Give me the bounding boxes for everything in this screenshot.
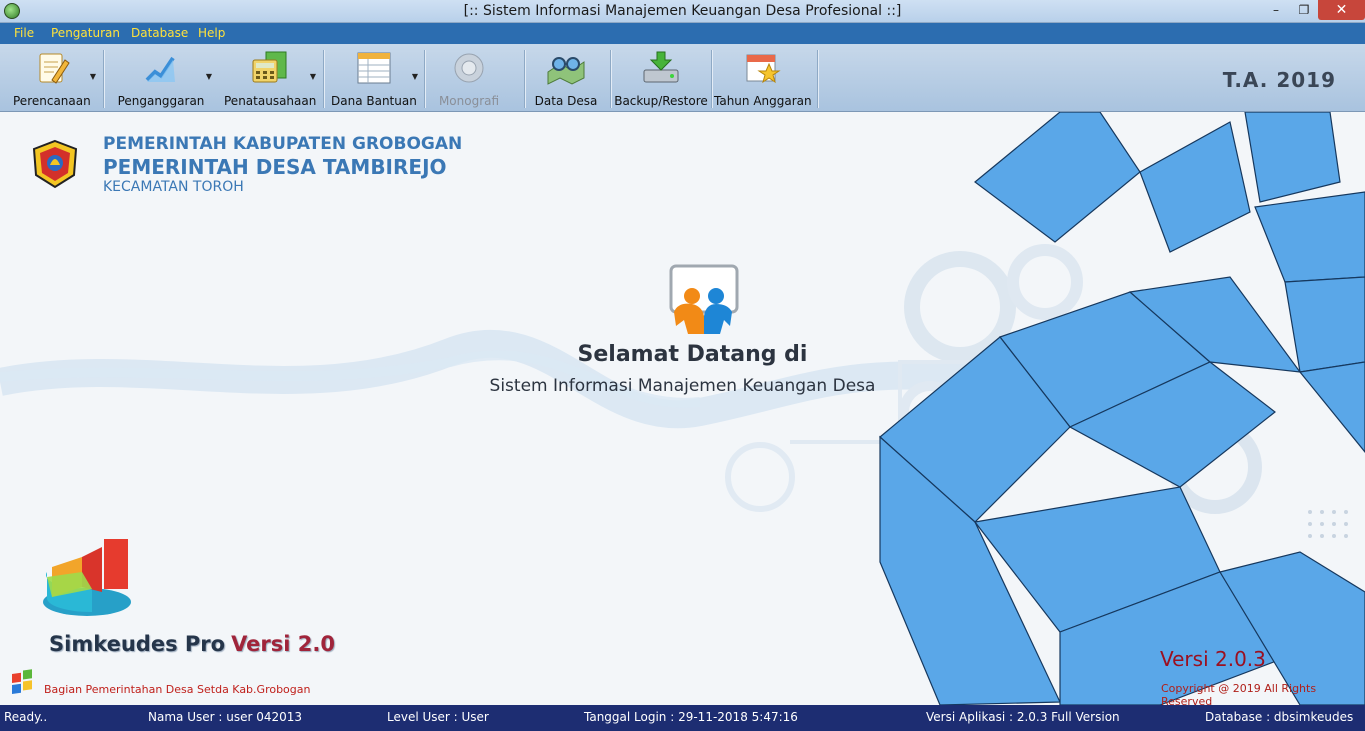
status-database: Database : dbsimkeudes [1205,710,1354,724]
toolbar-label: Data Desa [534,94,598,108]
toolbar-label: Monografi [438,94,500,108]
window-titlebar: [:: Sistem Informasi Manajemen Keuangan … [0,0,1365,23]
regency-emblem-icon [32,139,78,189]
toolbar-separator [103,50,104,108]
product-logo [43,539,131,616]
status-app-version: Versi Aplikasi : 2.0.3 Full Version [926,710,1120,724]
status-ready: Ready.. [4,710,48,724]
toolbar-label: Penatausahaan [224,94,317,108]
chevron-down-icon[interactable]: ▼ [412,72,418,81]
toolbar-separator [424,50,425,108]
minimize-button[interactable]: – [1262,0,1290,20]
district-name: KECAMATAN TOROH [103,179,244,195]
toolbar-penatausahaan-button[interactable]: ▼ Penatausahaan [220,44,320,111]
chevron-down-icon[interactable]: ▼ [310,72,316,81]
calculator-icon [252,51,287,83]
table-icon [357,52,391,84]
menu-database[interactable]: Database [131,26,188,40]
close-button[interactable]: ✕ [1318,0,1365,20]
toolbar-perencanaan-button[interactable]: ▼ Perencanaan [4,44,100,111]
toolbar-separator [524,50,525,108]
chevron-down-icon[interactable]: ▼ [90,72,96,81]
product-name: Simkeudes Pro Versi 2.0 [49,632,335,656]
toolbar-monografi-button[interactable]: Monografi [428,44,510,111]
product-version: Versi 2.0 [231,632,335,656]
regency-name: PEMERINTAH KABUPATEN GROBOGAN [103,134,463,154]
menu-help[interactable]: Help [198,26,225,40]
menu-bar: File Pengaturan Database Help [0,23,1365,44]
menu-pengaturan[interactable]: Pengaturan [51,26,120,40]
maximize-button[interactable]: ❐ [1290,0,1318,20]
menu-file[interactable]: File [14,26,34,40]
chevron-down-icon[interactable]: ▼ [206,72,212,81]
presentation-people-icon [669,264,739,334]
toolbar-separator [711,50,712,108]
toolbar-tahun-anggaran-button[interactable]: Tahun Anggaran [714,44,812,111]
flag-logo [12,669,32,694]
planning-icon [39,53,70,84]
toolbar-dana-bantuan-button[interactable]: ▼ Dana Bantuan [326,44,422,111]
toolbar-separator [323,50,324,108]
status-login: Tanggal Login : 29-11-2018 5:47:16 [584,710,798,724]
backup-drive-icon [643,51,679,83]
organization-header: PEMERINTAH KABUPATEN GROBOGAN PEMERINTAH… [103,134,462,195]
product-title: Simkeudes Pro [49,632,226,656]
toolbar-label: Perencanaan [13,94,91,108]
version-label: Versi 2.0.3 [1160,647,1266,671]
budget-chart-icon [145,56,175,82]
welcome-title: Selamat Datang di [577,342,808,367]
status-bar: Ready.. Nama User : user 042013 Level Us… [0,705,1365,731]
window-title: [:: Sistem Informasi Manajemen Keuangan … [463,3,902,19]
village-name: PEMERINTAH DESA TAMBIREJO [103,155,447,179]
fiscal-year-label: T.A. 2019 [1222,68,1336,92]
welcome-subtitle: Sistem Informasi Manajemen Keuangan Desa [489,376,876,396]
background-decoration [0,112,1365,705]
copyright-text: Copyright @ 2019 All Rights Reserved [1161,682,1317,705]
toolbar-backup-restore-button[interactable]: Backup/Restore [613,44,709,111]
toolbar-label: Tahun Anggaran [714,94,812,108]
toolbar-label: Penganggaran [117,94,205,108]
map-glasses-icon [547,57,585,85]
toolbar: ▼ Perencanaan ▼ Penganggaran ▼ Penatausa… [0,44,1365,112]
camera-icon [454,53,484,83]
main-area: PEMERINTAH KABUPATEN GROBOGAN PEMERINTAH… [0,112,1365,705]
status-level: Level User : User [387,710,489,724]
status-user: Nama User : user 042013 [148,710,303,724]
toolbar-label: Dana Bantuan [331,94,417,108]
credit-text: Bagian Pemerintahan Desa Setda Kab.Grobo… [44,683,311,696]
toolbar-penganggaran-button[interactable]: ▼ Penganggaran [106,44,216,111]
toolbar-separator [610,50,611,108]
toolbar-data-desa-button[interactable]: Data Desa [528,44,604,111]
toolbar-separator [817,50,818,108]
calendar-star-icon [746,54,781,84]
toolbar-label: Backup/Restore [614,94,708,108]
